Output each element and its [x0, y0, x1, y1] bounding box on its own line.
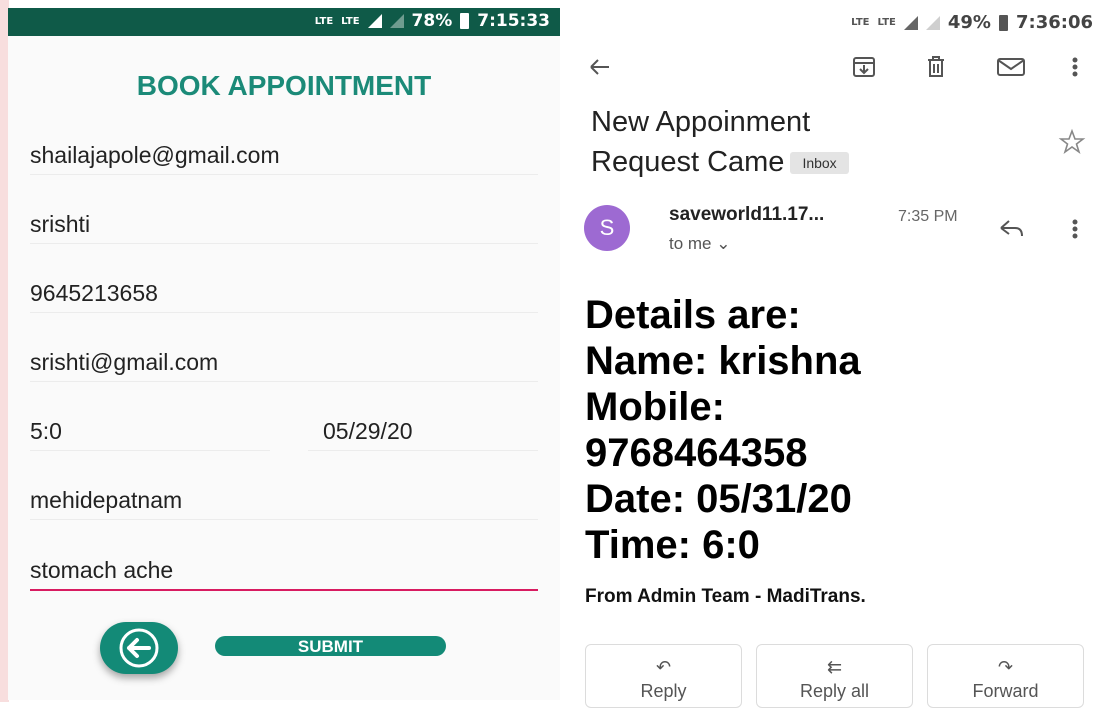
inbox-label-chip[interactable]: Inbox	[790, 152, 849, 175]
subject-line-2: Request Came	[591, 146, 785, 178]
mail-icon[interactable]	[996, 54, 1026, 80]
archive-icon[interactable]	[851, 54, 877, 80]
reply-icon: ↶	[655, 657, 672, 678]
recipient-label: to me	[669, 234, 712, 253]
signal-icon	[903, 15, 918, 30]
reply-button[interactable]: ↶ Reply	[585, 644, 742, 708]
submit-button[interactable]: SUBMIT	[215, 636, 446, 656]
network-type-1: LTE	[851, 17, 870, 28]
signal-empty-icon	[925, 15, 940, 30]
body-line-3: Mobile:	[585, 385, 725, 429]
reply-all-label: Reply all	[799, 681, 870, 701]
page-title: BOOK APPOINTMENT	[136, 70, 432, 101]
forward-label: Forward	[972, 681, 1039, 701]
from-team-signature: From Admin Team - MadiTrans.	[585, 586, 866, 607]
more-vert-icon[interactable]	[1067, 216, 1083, 242]
network-type-2: LTE	[877, 17, 896, 28]
reply-icon[interactable]	[997, 218, 1025, 240]
patient-email-value: srishti@gmail.com	[30, 349, 219, 375]
time-value: 5:0	[30, 418, 62, 444]
reply-label: Reply	[640, 681, 687, 701]
battery-percent: 78%	[411, 11, 453, 31]
subject-line-1: New Appoinment	[591, 106, 811, 138]
date-value: 05/29/20	[323, 418, 413, 444]
body-line-1: Details are:	[585, 293, 801, 337]
reply-all-button[interactable]: ⇇ Reply all	[756, 644, 913, 708]
patient-email-field[interactable]: srishti@gmail.com	[30, 345, 538, 382]
email-subject: New Appoinment Request Came Inbox	[591, 102, 849, 182]
clock: 7:36:06	[1015, 12, 1093, 33]
signal-icon	[367, 14, 382, 28]
reply-all-icon: ⇇	[826, 657, 843, 678]
recipient-details[interactable]: to me ⌄	[669, 234, 731, 254]
back-button[interactable]	[100, 622, 178, 674]
problem-value: stomach ache	[30, 557, 174, 583]
sender-name[interactable]: saveworld11.17...	[669, 204, 824, 226]
phone-field[interactable]: 9645213658	[30, 276, 538, 313]
status-bar: LTE LTE 49% 7:36:06	[851, 12, 1093, 33]
date-field[interactable]: 05/29/20	[308, 414, 538, 451]
network-type-2: LTE	[341, 15, 360, 27]
email-value: shailajapole@gmail.com	[30, 142, 280, 168]
sent-time: 7:35 PM	[898, 208, 958, 225]
location-field[interactable]: mehidepatnam	[30, 483, 538, 520]
signal-empty-icon	[389, 14, 404, 28]
trash-icon[interactable]	[923, 54, 949, 80]
body-line-2: Name: krishna	[585, 339, 861, 383]
body-line-6: Time: 6:0	[585, 523, 760, 567]
problem-field[interactable]: stomach ache	[30, 553, 538, 591]
arrow-left-icon	[119, 628, 159, 668]
battery-icon	[998, 14, 1008, 31]
phone-value: 9645213658	[30, 280, 158, 306]
network-type-1: LTE	[314, 15, 334, 27]
email-screen: LTE LTE 49% 7:36:06 New Appoinment Reque…	[565, 0, 1097, 708]
battery-icon	[460, 13, 470, 29]
star-icon[interactable]	[1058, 128, 1086, 156]
book-appointment-screen: LTE LTE 78% 7:15:33 BOOK APPOINTMENT sha…	[8, 8, 560, 700]
clock: 7:15:33	[477, 11, 550, 31]
more-vert-icon[interactable]	[1067, 54, 1083, 80]
location-value: mehidepatnam	[30, 487, 183, 513]
battery-percent: 49%	[947, 12, 991, 33]
body-line-4: 9768464358	[585, 431, 808, 475]
body-line-5: Date: 05/31/20	[585, 477, 852, 521]
name-value: srishti	[30, 211, 91, 237]
time-field[interactable]: 5:0	[30, 414, 270, 451]
email-field[interactable]: shailajapole@gmail.com	[30, 138, 538, 175]
name-field[interactable]: srishti	[30, 207, 538, 244]
status-bar: LTE LTE 78% 7:15:33	[8, 8, 560, 36]
avatar[interactable]: S	[584, 205, 630, 251]
arrow-left-icon[interactable]	[587, 54, 613, 80]
forward-icon: ↷	[997, 657, 1014, 678]
forward-button[interactable]: ↷ Forward	[927, 644, 1084, 708]
chevron-down-icon: ⌄	[716, 234, 731, 253]
